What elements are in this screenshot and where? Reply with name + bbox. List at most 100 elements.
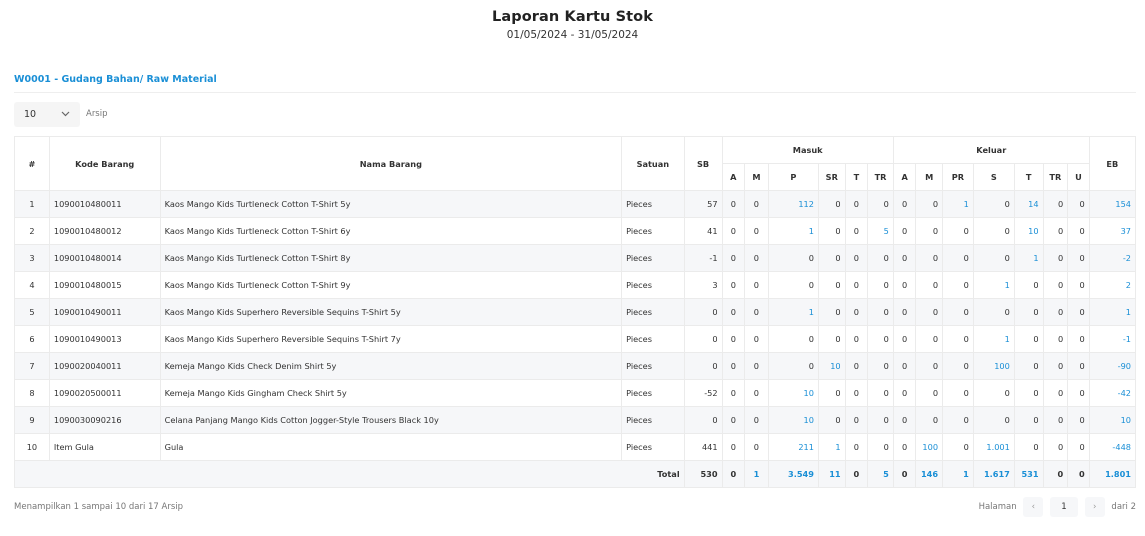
cell-m-tr: 0 bbox=[867, 352, 894, 380]
chevron-right-icon: › bbox=[1093, 502, 1097, 512]
cell-k-a: 0 bbox=[892, 271, 917, 299]
cell-k-tr: 0 bbox=[1042, 190, 1069, 218]
header-eb[interactable]: EB bbox=[1088, 136, 1137, 191]
cell-sb: -1 bbox=[683, 244, 723, 272]
cell-m-p[interactable]: 211 bbox=[767, 433, 819, 461]
cell-k-s[interactable]: 1 bbox=[972, 271, 1015, 299]
header-masuk-a: A bbox=[721, 163, 746, 191]
cell-m-sr: 0 bbox=[817, 325, 846, 353]
total-keluar-tr: 0 bbox=[1042, 460, 1069, 488]
cell-eb[interactable]: 2 bbox=[1088, 271, 1137, 299]
table-row: 2 1090010480012 Kaos Mango Kids Turtleneck… bbox=[14, 217, 1137, 245]
cell-k-t: 0 bbox=[1013, 352, 1044, 380]
cell-k-pr[interactable]: 1 bbox=[942, 190, 974, 218]
total-masuk-sr[interactable]: 11 bbox=[817, 460, 846, 488]
cell-m-p[interactable]: 10 bbox=[767, 406, 819, 434]
total-masuk-tr[interactable]: 5 bbox=[867, 460, 894, 488]
cell-code: 1090010480014 bbox=[48, 244, 161, 272]
cell-k-pr: 0 bbox=[942, 406, 974, 434]
cell-name: Kaos Mango Kids Turtleneck Cotton T-Shir… bbox=[159, 244, 623, 272]
cell-k-t[interactable]: 1 bbox=[1013, 244, 1044, 272]
cell-m-t: 0 bbox=[844, 190, 869, 218]
cell-m-p: 0 bbox=[767, 352, 819, 380]
cell-m-m: 0 bbox=[744, 406, 769, 434]
cell-k-u: 0 bbox=[1067, 217, 1090, 245]
cell-code: 1090010480012 bbox=[48, 217, 161, 245]
cell-code: 1090020040011 bbox=[48, 352, 161, 380]
total-pages-label: dari 2 bbox=[1111, 502, 1136, 512]
cell-eb[interactable]: -2 bbox=[1088, 244, 1137, 272]
cell-m-p[interactable]: 10 bbox=[767, 379, 819, 407]
cell-k-pr: 0 bbox=[942, 379, 974, 407]
cell-m-p[interactable]: 112 bbox=[767, 190, 819, 218]
cell-eb[interactable]: -1 bbox=[1088, 325, 1137, 353]
cell-eb[interactable]: -90 bbox=[1088, 352, 1137, 380]
cell-name: Celana Panjang Mango Kids Cotton Jogger-… bbox=[159, 406, 623, 434]
page-size-select[interactable]: 10 bbox=[14, 102, 80, 127]
cell-m-sr: 0 bbox=[817, 244, 846, 272]
cell-k-s: 0 bbox=[972, 298, 1015, 326]
cell-m-t: 0 bbox=[844, 244, 869, 272]
halaman-label: Halaman bbox=[978, 502, 1017, 512]
total-masuk-m[interactable]: 1 bbox=[744, 460, 769, 488]
total-eb[interactable]: 1.801 bbox=[1088, 460, 1137, 488]
cell-k-s[interactable]: 1 bbox=[972, 325, 1015, 353]
cell-m-sr: 0 bbox=[817, 298, 846, 326]
cell-k-t[interactable]: 10 bbox=[1013, 217, 1044, 245]
cell-m-sr[interactable]: 1 bbox=[817, 433, 846, 461]
table-row: 10 Item Gula Gula Pieces 441 0 0 211 1 0 0 0 100 0 1.0… bbox=[14, 433, 1137, 461]
header-unit[interactable]: Satuan bbox=[621, 136, 685, 191]
cell-m-sr[interactable]: 10 bbox=[817, 352, 846, 380]
cell-eb[interactable]: 1 bbox=[1088, 298, 1137, 326]
total-keluar-pr[interactable]: 1 bbox=[942, 460, 974, 488]
total-keluar-t[interactable]: 531 bbox=[1013, 460, 1044, 488]
header-keluar-s: S bbox=[972, 163, 1015, 191]
cell-m-tr[interactable]: 5 bbox=[867, 217, 894, 245]
cell-no: 10 bbox=[14, 433, 50, 461]
header-code[interactable]: Kode Barang bbox=[48, 136, 161, 191]
cell-k-s[interactable]: 100 bbox=[972, 352, 1015, 380]
cell-code: 1090010490011 bbox=[48, 298, 161, 326]
total-masuk-p[interactable]: 3.549 bbox=[767, 460, 819, 488]
report-period: 01/05/2024 - 31/05/2024 bbox=[506, 29, 639, 41]
cell-k-tr: 0 bbox=[1042, 325, 1069, 353]
chevron-left-icon: ‹ bbox=[1031, 502, 1036, 512]
page-size-label: Arsip bbox=[86, 109, 108, 119]
cell-no: 9 bbox=[14, 406, 50, 434]
cell-eb[interactable]: 37 bbox=[1088, 217, 1137, 245]
cell-m-m: 0 bbox=[744, 379, 769, 407]
cell-k-tr: 0 bbox=[1042, 352, 1069, 380]
total-keluar-m[interactable]: 146 bbox=[915, 460, 944, 488]
total-keluar-s[interactable]: 1.617 bbox=[972, 460, 1015, 488]
table-row: 1 1090010480011 Kaos Mango Kids Turtleneck… bbox=[14, 190, 1137, 218]
cell-m-p[interactable]: 1 bbox=[767, 298, 819, 326]
page-number-input[interactable]: 1 bbox=[1050, 497, 1079, 517]
cell-k-s[interactable]: 1.001 bbox=[972, 433, 1015, 461]
header-name[interactable]: Nama Barang bbox=[159, 136, 623, 191]
header-sb[interactable]: SB bbox=[683, 136, 723, 191]
cell-m-m: 0 bbox=[744, 325, 769, 353]
cell-k-a: 0 bbox=[892, 433, 917, 461]
cell-m-m: 0 bbox=[744, 217, 769, 245]
cell-k-u: 0 bbox=[1067, 379, 1090, 407]
cell-eb[interactable]: 10 bbox=[1088, 406, 1137, 434]
cell-k-t: 0 bbox=[1013, 406, 1044, 434]
cell-k-tr: 0 bbox=[1042, 406, 1069, 434]
cell-no: 8 bbox=[14, 379, 50, 407]
cell-k-s: 0 bbox=[972, 379, 1015, 407]
cell-k-m[interactable]: 100 bbox=[915, 433, 944, 461]
cell-k-tr: 0 bbox=[1042, 298, 1069, 326]
total-masuk-t: 0 bbox=[844, 460, 869, 488]
cell-m-p[interactable]: 1 bbox=[767, 217, 819, 245]
cell-m-tr: 0 bbox=[867, 325, 894, 353]
cell-unit: Pieces bbox=[621, 379, 685, 407]
next-page-button[interactable]: › bbox=[1084, 497, 1105, 517]
cell-k-t[interactable]: 14 bbox=[1013, 190, 1044, 218]
cell-eb[interactable]: -448 bbox=[1088, 433, 1137, 461]
cell-eb[interactable]: -42 bbox=[1088, 379, 1137, 407]
cell-m-tr: 0 bbox=[867, 298, 894, 326]
cell-eb[interactable]: 154 bbox=[1088, 190, 1137, 218]
cell-k-m: 0 bbox=[915, 406, 944, 434]
prev-page-button[interactable]: ‹ bbox=[1023, 497, 1044, 517]
cell-k-u: 0 bbox=[1067, 190, 1090, 218]
